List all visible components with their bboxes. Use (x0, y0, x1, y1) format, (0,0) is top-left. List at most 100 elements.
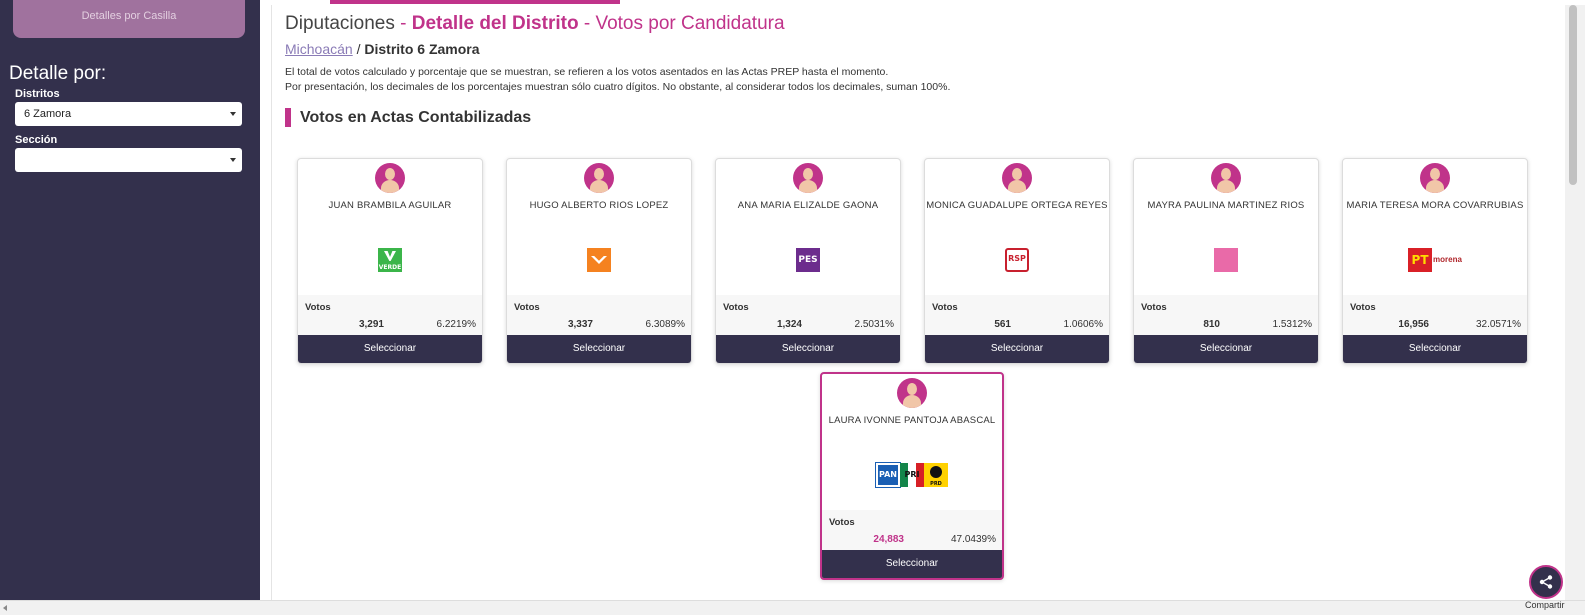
distritos-select[interactable]: 6 Zamora (15, 102, 242, 126)
verde-logo-icon: VERDE (378, 248, 402, 272)
chevron-down-icon (230, 112, 236, 116)
select-button[interactable]: Seleccionar (1134, 335, 1318, 363)
votes-area: Votos 16,956 32.0571% (1343, 295, 1527, 337)
candidate-avatar-icon (1211, 163, 1241, 193)
votes-area: Votos 1,324 2.5031% (716, 295, 900, 337)
vertical-scrollbar[interactable] (1565, 5, 1585, 600)
party-logos (507, 248, 691, 274)
candidate-card-leading: LAURA IVONNE PANTOJA ABASCAL PAN PRI PRD V… (820, 372, 1004, 580)
detalles-casilla-button[interactable]: Detalles por Casilla (13, 0, 245, 38)
title-part-votos: Votos por Candidatura (595, 13, 785, 34)
candidate-avatar-icon (1420, 163, 1450, 193)
section-title: Votos en Actas Contabilizadas (285, 108, 531, 127)
breadcrumb-state-link[interactable]: Michoacán (285, 41, 353, 57)
candidate-name: HUGO ALBERTO RIOS LOPEZ (529, 200, 669, 211)
votes-count: 3,291 (358, 319, 384, 330)
title-part-diputaciones: Diputaciones (285, 13, 395, 34)
candidate-avatar-icon (375, 163, 405, 193)
main-content: Diputaciones - Detalle del Distrito - Vo… (271, 5, 1565, 600)
candidate-card: HUGO ALBERTO RIOS LOPEZ Votos 3,337 6.30… (506, 158, 692, 364)
scroll-left-icon[interactable] (3, 605, 7, 611)
votes-label: Votos (1141, 302, 1167, 313)
votes-area: Votos 24,883 47.0439% (822, 510, 1002, 552)
votes-count: 24,883 (873, 534, 904, 545)
party-logos: RSP (925, 248, 1109, 274)
distritos-label: Distritos (15, 88, 60, 100)
rsp-logo-icon: RSP (1005, 248, 1029, 272)
candidate-avatar-icon (793, 163, 823, 193)
note-line-1: El total de votos calculado y porcentaje… (285, 66, 889, 78)
horizontal-scrollbar[interactable] (0, 600, 1585, 615)
chevron-down-icon (230, 158, 236, 162)
party-logos: VERDE (298, 248, 482, 274)
candidate-name: MAYRA PAULINA MARTINEZ RIOS (1147, 200, 1305, 211)
candidate-avatar-icon (1002, 163, 1032, 193)
candidate-card: MONICA GUADALUPE ORTEGA REYES RSP Votos … (924, 158, 1110, 364)
select-button[interactable]: Seleccionar (822, 550, 1002, 578)
votes-area: Votos 810 1.5312% (1134, 295, 1318, 337)
votes-count: 810 (1203, 319, 1220, 330)
votes-percent: 2.5031% (854, 319, 894, 330)
votes-label: Votos (723, 302, 749, 313)
candidate-name: MARIA TERESA MORA COVARRUBIAS (1346, 200, 1524, 211)
candidate-card: MAYRA PAULINA MARTINEZ RIOS Votos 810 1.… (1133, 158, 1319, 364)
pan-logo-icon: PAN (875, 462, 901, 488)
page-title: Diputaciones - Detalle del Distrito - Vo… (285, 13, 785, 35)
select-button[interactable]: Seleccionar (1343, 335, 1527, 363)
share-label: Compartir (1525, 600, 1565, 610)
title-part-detalle: Detalle del Distrito (411, 13, 579, 34)
note-line-2: Por presentación, los decimales de los p… (285, 81, 951, 93)
party-logos (1134, 248, 1318, 274)
votes-area: Votos 3,337 6.3089% (507, 295, 691, 337)
votes-percent: 32.0571% (1475, 319, 1521, 330)
votes-label: Votos (932, 302, 958, 313)
title-separator: - (394, 13, 412, 34)
pt-logo-icon: PT (1408, 248, 1433, 272)
sidebar: Detalles por Casilla Detalle por: Distri… (0, 0, 260, 600)
candidate-avatar-icon (584, 163, 614, 193)
votes-percent: 1.5312% (1272, 319, 1312, 330)
pri-logo-icon: PRI (900, 463, 924, 487)
active-tab-indicator (330, 0, 620, 4)
votes-label: Votos (514, 302, 540, 313)
fuerza-por-mexico-logo-icon (1214, 248, 1238, 272)
votes-percent: 6.3089% (645, 319, 685, 330)
candidate-card: ANA MARIA ELIZALDE GAONA PES Votos 1,324… (715, 158, 901, 364)
share-icon (1539, 575, 1553, 589)
votes-percent: 1.0606% (1063, 319, 1103, 330)
candidate-card: JUAN BRAMBILA AGUILAR VERDE Votos 3,291 … (297, 158, 483, 364)
votes-area: Votos 3,291 6.2219% (298, 295, 482, 337)
select-button[interactable]: Seleccionar (507, 335, 691, 363)
candidate-name: LAURA IVONNE PANTOJA ABASCAL (828, 415, 996, 426)
votes-count: 16,956 (1398, 319, 1429, 330)
breadcrumb-district: Distrito 6 Zamora (364, 41, 480, 57)
candidate-card: MARIA TERESA MORA COVARRUBIAS PT morena V… (1342, 158, 1528, 364)
votes-area: Votos 561 1.0606% (925, 295, 1109, 337)
share-button[interactable] (1529, 565, 1563, 599)
select-button[interactable]: Seleccionar (925, 335, 1109, 363)
votes-label: Votos (305, 302, 331, 313)
morena-logo-icon: morena (1433, 255, 1462, 264)
candidate-name: JUAN BRAMBILA AGUILAR (328, 200, 452, 211)
pes-logo-icon: PES (796, 248, 820, 272)
votes-count: 1,324 (776, 319, 802, 330)
detalle-por-title: Detalle por: (9, 63, 107, 84)
prd-logo-icon: PRD (924, 463, 948, 487)
select-button[interactable]: Seleccionar (716, 335, 900, 363)
app-root: Detalles por Casilla Detalle por: Distri… (0, 0, 1585, 615)
votes-count: 561 (994, 319, 1011, 330)
party-logos: PES (716, 248, 900, 274)
party-logos: PAN PRI PRD (822, 462, 1002, 489)
select-button[interactable]: Seleccionar (298, 335, 482, 363)
movimiento-ciudadano-logo-icon (587, 248, 611, 272)
breadcrumb: Michoacán / Distrito 6 Zamora (285, 41, 480, 57)
votes-percent: 6.2219% (436, 319, 476, 330)
seccion-label: Sección (15, 134, 58, 146)
title-separator: - (578, 13, 596, 34)
votes-percent: 47.0439% (950, 534, 996, 545)
votes-label: Votos (829, 517, 855, 528)
seccion-select[interactable] (15, 148, 242, 172)
breadcrumb-separator: / (352, 41, 365, 57)
scrollbar-thumb[interactable] (1569, 5, 1577, 185)
party-logos: PT morena (1343, 248, 1527, 274)
